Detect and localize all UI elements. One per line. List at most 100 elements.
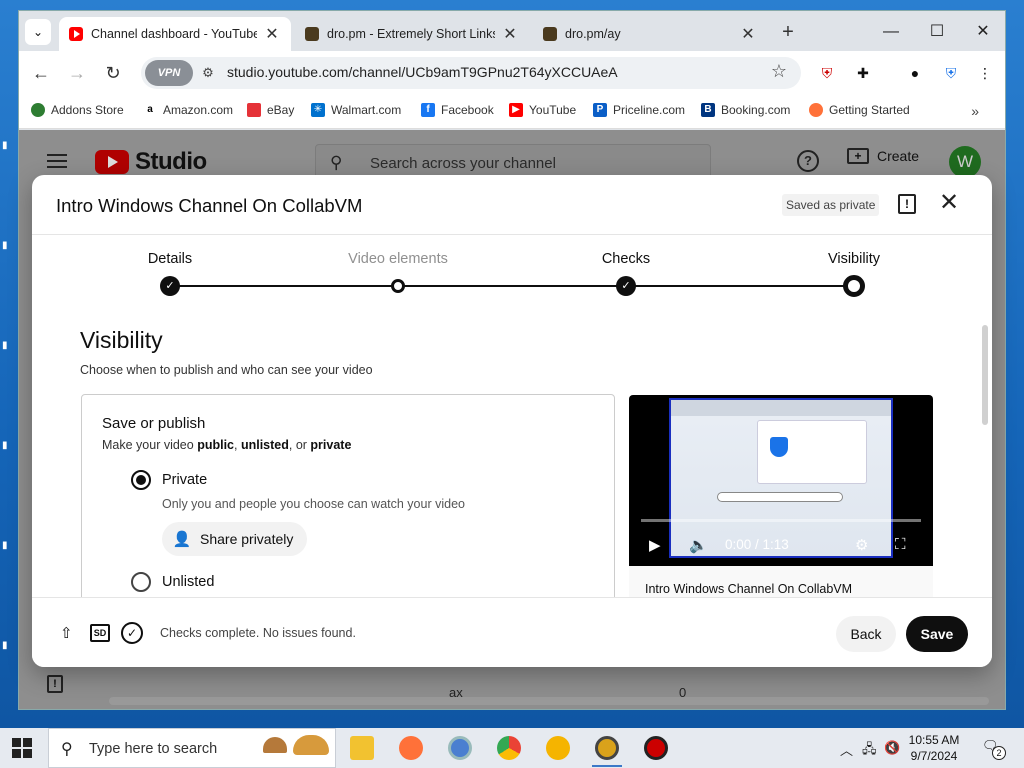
settings-gear-icon[interactable]: ⚙ <box>855 536 868 554</box>
chevron-more-icon[interactable]: » <box>971 103 979 119</box>
bookmark-ebay[interactable]: eBay <box>247 103 294 117</box>
bookmark-label: Addons Store <box>51 103 124 117</box>
dialog-content: Visibility Choose when to publish and wh… <box>32 305 992 597</box>
desktop-icon-fragment[interactable]: ▮ <box>2 640 16 654</box>
profile-icon[interactable]: ● <box>905 63 925 83</box>
close-tab-icon[interactable]: ✕ <box>739 24 757 44</box>
save-or-publish-panel: Save or publish Make your video public, … <box>81 394 615 597</box>
bookmark-getting-started[interactable]: Getting Started <box>809 103 910 117</box>
desktop-icon-fragment[interactable]: ▮ <box>2 340 16 354</box>
step-details[interactable]: Details <box>110 251 230 267</box>
bookmark-booking[interactable]: B Booking.com <box>701 103 790 117</box>
taskbar-search-box[interactable]: ⚲ Type here to search <box>48 728 336 768</box>
system-clock[interactable]: 10:55 AM 9/7/2024 <box>904 732 964 764</box>
show-hidden-icons-icon[interactable]: ︿ <box>840 740 853 759</box>
security-app-icon[interactable] <box>595 736 619 760</box>
url-text[interactable]: studio.youtube.com/channel/UCb9amT9GPnu2… <box>227 64 618 80</box>
browser-toolbar: ← → ↻ VPN ⚙ studio.youtube.com/channel/U… <box>19 51 1005 95</box>
file-explorer-icon[interactable] <box>350 736 374 760</box>
new-tab-button[interactable]: + <box>776 21 800 45</box>
address-bar[interactable]: VPN ⚙ studio.youtube.com/channel/UCb9amT… <box>141 57 801 89</box>
site-settings-icon[interactable]: ⚙ <box>199 64 217 82</box>
checks-complete-icon[interactable]: ✓ <box>121 622 143 644</box>
minimize-button[interactable]: — <box>869 19 913 45</box>
avatar[interactable]: W <box>949 146 981 178</box>
play-icon[interactable]: ▶ <box>649 536 661 554</box>
extensions-icon[interactable]: ✚ <box>853 63 873 83</box>
private-description: Only you and people you choose can watch… <box>162 497 465 511</box>
network-icon[interactable]: 🖧 <box>862 740 877 762</box>
bookmark-label: Getting Started <box>829 103 910 117</box>
bookmark-youtube[interactable]: ▶ YouTube <box>509 103 576 117</box>
video-progress-bar[interactable] <box>641 519 921 522</box>
step-checks-check-icon[interactable]: ✓ <box>616 276 636 296</box>
bookmark-walmart[interactable]: ✳ Walmart.com <box>311 103 401 117</box>
horizontal-scrollbar[interactable] <box>109 697 989 705</box>
video-time: 0:00 / 1:13 <box>725 537 789 552</box>
private-radio[interactable] <box>131 470 151 490</box>
firefox-icon <box>809 103 823 117</box>
record-app-icon[interactable] <box>644 736 668 760</box>
close-dialog-icon[interactable]: ✕ <box>936 190 962 216</box>
youtube-logo-icon <box>95 150 129 174</box>
tab-dro-pm-ay[interactable]: dro.pm/ay ✕ <box>533 17 767 51</box>
step-checks[interactable]: Checks <box>566 251 686 267</box>
feedback-icon[interactable]: ! <box>47 675 63 693</box>
vpn-badge[interactable]: VPN <box>145 60 193 86</box>
desktop-icon-fragment[interactable]: ▮ <box>2 540 16 554</box>
volume-icon[interactable]: 🔈 <box>689 536 708 554</box>
sd-quality-badge[interactable]: SD <box>90 624 110 642</box>
share-privately-button[interactable]: 👤 Share privately <box>162 522 308 556</box>
step-video-elements-dot[interactable] <box>391 279 405 293</box>
upload-icon[interactable]: ⇧ <box>60 624 73 642</box>
maximize-button[interactable]: ☐ <box>915 19 959 45</box>
hamburger-menu-icon[interactable] <box>47 154 67 168</box>
step-visibility-dot[interactable] <box>843 275 865 297</box>
desktop-icon-fragment[interactable]: ▮ <box>2 240 16 254</box>
chromium-icon[interactable] <box>448 736 472 760</box>
close-tab-icon[interactable]: ✕ <box>263 24 281 44</box>
step-visibility[interactable]: Visibility <box>794 251 914 267</box>
bookmark-facebook[interactable]: f Facebook <box>421 103 494 117</box>
help-icon[interactable]: ? <box>797 150 819 172</box>
tab-dro-pm[interactable]: dro.pm - Extremely Short Links ✕ <box>295 17 529 51</box>
desktop-icon-fragment[interactable]: ▮ <box>2 440 16 454</box>
unlisted-radio[interactable] <box>131 572 151 592</box>
studio-logo[interactable]: Studio <box>95 148 207 176</box>
thumbnail-browser-bar <box>671 400 891 416</box>
video-player[interactable]: ▶ 🔈 0:00 / 1:13 ⚙ ⛶ <box>629 395 933 566</box>
bookmark-priceline[interactable]: P Priceline.com <box>593 103 685 117</box>
report-issue-icon[interactable]: ! <box>898 194 916 214</box>
step-details-check-icon[interactable]: ✓ <box>160 276 180 296</box>
forward-arrow-icon[interactable]: → <box>65 61 89 85</box>
reload-icon[interactable]: ↻ <box>101 61 125 85</box>
menu-kebab-icon[interactable]: ⋮ <box>975 63 995 83</box>
notification-center-icon[interactable]: 🗨 2 <box>982 738 1006 760</box>
private-radio-label[interactable]: Private <box>162 472 207 488</box>
desktop-icon-fragment[interactable]: ▮ <box>2 140 16 154</box>
close-tab-icon[interactable]: ✕ <box>501 24 519 44</box>
close-window-button[interactable]: ✕ <box>961 19 1005 45</box>
save-button[interactable]: Save <box>906 616 968 652</box>
bookmark-label: Walmart.com <box>331 103 402 117</box>
bookmark-amazon[interactable]: a Amazon.com <box>143 103 233 117</box>
create-button[interactable]: + Create <box>847 148 919 164</box>
volume-muted-icon[interactable]: 🔇 <box>884 740 900 756</box>
security-extension-icon[interactable]: ⛨ <box>941 63 961 83</box>
coin-app-icon[interactable] <box>546 736 570 760</box>
firefox-icon[interactable] <box>399 736 423 760</box>
tab-youtube-studio[interactable]: Channel dashboard - YouTube S ✕ <box>59 17 291 51</box>
bookmark-star-icon[interactable]: ☆ <box>771 61 787 82</box>
back-arrow-icon[interactable]: ← <box>29 61 53 85</box>
start-button[interactable] <box>12 738 32 758</box>
preview-video-title: Intro Windows Channel On CollabVM <box>645 582 853 596</box>
unlisted-radio-label[interactable]: Unlisted <box>162 574 214 590</box>
step-video-elements[interactable]: Video elements <box>338 251 458 267</box>
tab-search-dropdown[interactable]: ⌄ <box>25 19 51 45</box>
chrome-icon[interactable] <box>497 736 521 760</box>
fullscreen-icon[interactable]: ⛶ <box>895 536 906 553</box>
bookmark-addons-store[interactable]: Addons Store <box>31 103 124 117</box>
back-button[interactable]: Back <box>836 616 896 652</box>
shield-extension-icon[interactable]: ⛨ <box>817 63 837 83</box>
dialog-scrollbar[interactable] <box>982 325 988 425</box>
